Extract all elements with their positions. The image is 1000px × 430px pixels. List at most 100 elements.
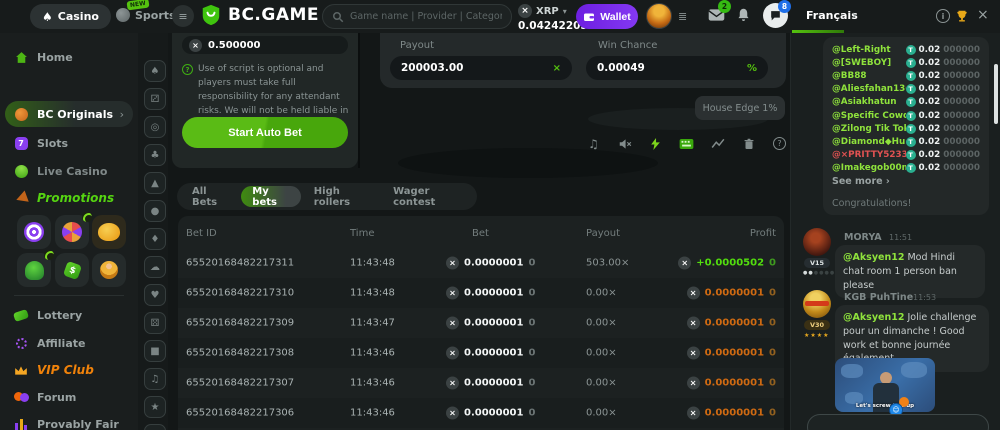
promo-tile-creature[interactable] <box>17 253 51 287</box>
sports-toggle[interactable]: Sports <box>116 8 176 22</box>
promo-tile-dollar-tag[interactable]: $ <box>55 253 89 287</box>
search-bar[interactable] <box>322 4 512 29</box>
table-row[interactable]: 65520168482217307 11:43:46 ×0.00000010 0… <box>178 368 784 398</box>
win-chance-label: Win Chance <box>598 40 657 51</box>
rail-game-icon-1[interactable]: ♠ <box>144 60 166 82</box>
rail-game-icon-14[interactable]: ◆ <box>144 424 166 430</box>
promo-tile-piggy[interactable] <box>92 215 126 249</box>
sidebar-item-live-casino[interactable]: Live Casino <box>0 161 138 181</box>
rail-game-icon-7[interactable]: ♦ <box>144 228 166 250</box>
sound-toggle[interactable] <box>617 136 632 151</box>
chat-username[interactable]: @Aliesfahan1363 <box>832 84 906 94</box>
table-row[interactable]: 65520168482217309 11:43:47 ×0.00000010 0… <box>178 308 784 338</box>
hamburger-menu-button[interactable]: ≡ <box>172 5 194 27</box>
payout-input[interactable] <box>401 62 553 74</box>
game-rail: ♠ ⚂ ◎ ♣ ▲ ● ♦ ☁ ♥ ⚄ ■ ♫ ★ ◆ <box>138 33 168 430</box>
chat-scrollbar[interactable] <box>993 35 999 428</box>
bet-time: 11:43:48 <box>350 288 395 299</box>
avatar[interactable] <box>803 228 831 256</box>
promo-tile-target[interactable] <box>17 215 51 249</box>
sidebar-item-vip-club[interactable]: VIP Club <box>0 360 138 380</box>
chat-username[interactable]: @Specific Cowden <box>832 111 906 121</box>
chat-username[interactable]: @Zilong Tik Tok <box>832 124 906 134</box>
chat-username[interactable]: @[SWEBOY] <box>832 58 906 68</box>
sidebar-item-slots[interactable]: 7 Slots <box>0 133 138 153</box>
rail-game-icon-9[interactable]: ♥ <box>144 284 166 306</box>
bet-profit: ×0.00000010 <box>687 287 776 300</box>
promo-tile-wheel[interactable] <box>55 215 89 249</box>
sidebar-item-lottery[interactable]: Lottery <box>0 305 138 325</box>
sidebar-item-provably-fair[interactable]: Provably Fair <box>0 414 138 430</box>
rail-game-icon-8[interactable]: ☁ <box>144 256 166 278</box>
sidebar-item-affiliate[interactable]: Affiliate <box>0 333 138 353</box>
chat-language-tab[interactable]: Français <box>806 9 858 22</box>
chat-rules-icon[interactable]: i <box>936 9 950 23</box>
bet-id: 65520168482217307 <box>186 378 294 389</box>
music-icon: ♫ <box>588 137 599 151</box>
bet-amount-input[interactable] <box>208 40 308 51</box>
moon-badge-icon <box>44 250 54 260</box>
sidebar-item-promotions[interactable]: Promotions <box>0 188 138 208</box>
chat-username[interactable]: @Imakegob00m... <box>832 163 906 173</box>
wallet-button[interactable]: Wallet <box>576 4 638 29</box>
rail-game-icon-4[interactable]: ♣ <box>144 144 166 166</box>
chat-username[interactable]: @×PRITTY5233× <box>832 150 906 160</box>
language-chevron-icon[interactable]: › <box>852 8 857 22</box>
sidebar-item-forum[interactable]: Forum <box>0 387 138 407</box>
scrollbar-thumb[interactable] <box>994 64 998 124</box>
trx-coin-icon: T <box>906 124 916 134</box>
casino-toggle[interactable]: ♠ Casino <box>30 4 111 29</box>
sidebar-item-home[interactable]: Home <box>0 47 138 67</box>
tab-all-bets[interactable]: All Bets <box>181 186 239 207</box>
bc-game-logo[interactable]: BC.GAME <box>200 4 319 26</box>
user-avatar[interactable] <box>646 3 672 29</box>
sidebar-item-bc-originals[interactable]: BC Originals › <box>5 101 133 127</box>
start-auto-bet-button[interactable]: Start Auto Bet <box>182 117 348 148</box>
chat-username[interactable]: @BB88 <box>832 71 906 81</box>
mention-link[interactable]: @Aksyen12 <box>843 252 904 263</box>
chat-input[interactable] <box>807 414 989 430</box>
mention-link[interactable]: @Aksyen12 <box>843 312 904 323</box>
close-chat-icon[interactable]: × <box>977 7 989 23</box>
table-row[interactable]: 65520168482217308 11:43:46 ×0.00000010 0… <box>178 338 784 368</box>
live-stats-button[interactable] <box>710 136 725 151</box>
hotkeys-toggle[interactable] <box>679 136 694 151</box>
table-row[interactable]: 65520168482217311 11:43:48 ×0.00000010 5… <box>178 248 784 278</box>
promo-tile-coin-drop[interactable] <box>92 253 126 287</box>
win-chance-input[interactable] <box>597 62 747 74</box>
rail-game-icon-2[interactable]: ⚂ <box>144 88 166 110</box>
chat-username[interactable]: KGB PuhTine <box>844 292 913 303</box>
rail-game-icon-10[interactable]: ⚄ <box>144 312 166 334</box>
notifications-button[interactable] <box>736 7 754 25</box>
rail-game-icon-3[interactable]: ◎ <box>144 116 166 138</box>
seed-settings-button[interactable] <box>741 136 756 151</box>
tab-wager-contest[interactable]: Wager contest <box>382 186 473 207</box>
chat-username[interactable]: MORYA <box>844 232 882 243</box>
search-input[interactable] <box>350 11 502 22</box>
rail-game-icon-12[interactable]: ♫ <box>144 368 166 390</box>
account-list-icon[interactable]: ≣ <box>678 10 687 23</box>
rail-game-icon-11[interactable]: ■ <box>144 340 166 362</box>
win-chance-field[interactable]: % <box>586 56 768 80</box>
gif-attachment[interactable]: Let's screw this up <box>835 358 935 412</box>
sidebar-label: Lottery <box>37 309 82 322</box>
game-icon: ☁ <box>150 262 160 273</box>
chat-username[interactable]: @Diamond◆Hu.. <box>832 137 906 147</box>
payout-field[interactable]: × <box>390 56 572 80</box>
music-toggle[interactable]: ♫ <box>586 136 601 151</box>
table-row[interactable]: 65520168482217306 11:43:46 ×0.00000010 0… <box>178 398 784 428</box>
rail-game-icon-5[interactable]: ▲ <box>144 172 166 194</box>
bet-amount-field[interactable]: × <box>182 36 348 54</box>
tab-high-rollers[interactable]: High rollers <box>303 186 380 207</box>
tab-my-bets[interactable]: My bets <box>241 186 300 207</box>
bet-profit: ×0.00000010 <box>687 407 776 420</box>
chat-username[interactable]: @Left-Right <box>832 45 906 55</box>
rail-game-icon-6[interactable]: ● <box>144 200 166 222</box>
turbo-toggle[interactable] <box>648 136 663 151</box>
rewards-button[interactable] <box>955 8 973 26</box>
help-button[interactable]: ? <box>772 136 787 151</box>
rail-game-icon-13[interactable]: ★ <box>144 396 166 418</box>
table-row[interactable]: 65520168482217310 11:43:48 ×0.00000010 0… <box>178 278 784 308</box>
see-more-link[interactable]: See more › <box>832 176 890 187</box>
chat-username[interactable]: @Asiakhatun <box>832 97 906 107</box>
